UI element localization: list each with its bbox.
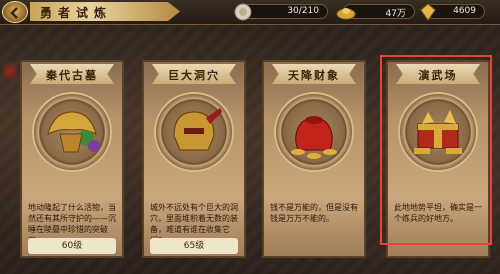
back-button[interactable]: [2, 1, 28, 23]
stage-card-fortune[interactable]: 天降财象 钱不是万能的，但是没有钱是万万不能的。: [262, 60, 366, 258]
resource-stamina: 30/210: [234, 3, 328, 21]
stage-card-cave[interactable]: 巨大洞穴 城外不远处有个巨大的洞穴，里面堆积着无数的装备，难道有谁在收集它们？ …: [142, 60, 246, 258]
card-title: 秦代古墓: [46, 69, 98, 82]
back-arrow-icon: [10, 7, 18, 19]
level-requirement: 60级: [28, 238, 116, 254]
page-title: 勇者试炼: [40, 6, 113, 20]
card-emblem: [274, 92, 354, 172]
resource-gems: 4609: [420, 3, 485, 21]
resource-value: 30/210: [287, 6, 319, 16]
card-emblem: [32, 92, 112, 172]
resource-value: 4609: [453, 6, 476, 16]
side-decoration: [3, 58, 17, 84]
selection-highlight: [380, 55, 492, 245]
gold-ingot-icon: [336, 8, 356, 20]
top-bar: 勇者试炼 30/210 47万 4609: [0, 0, 500, 25]
card-description: 钱不是万能的，但是没有钱是万万不能的。: [270, 203, 358, 223]
level-requirement: 65级: [150, 238, 238, 254]
armor-helmet-icon: [173, 108, 222, 151]
silver-coin-icon: [234, 3, 252, 21]
money-bag-icon: [291, 116, 337, 159]
card-emblem: [154, 92, 234, 172]
resource-value: 47万: [385, 9, 406, 19]
card-title: 天降财象: [288, 69, 340, 82]
gem-icon: [420, 3, 436, 21]
stage-card-tomb[interactable]: 秦代古墓 地动隆起了什么活物，当然还有其所守护的——沉睡在陵墓中珍惜的突破石。 …: [20, 60, 124, 258]
resource-gold: 47万: [336, 4, 415, 20]
feathered-helmet-icon: [47, 111, 100, 153]
card-title: 巨大洞穴: [168, 69, 220, 82]
